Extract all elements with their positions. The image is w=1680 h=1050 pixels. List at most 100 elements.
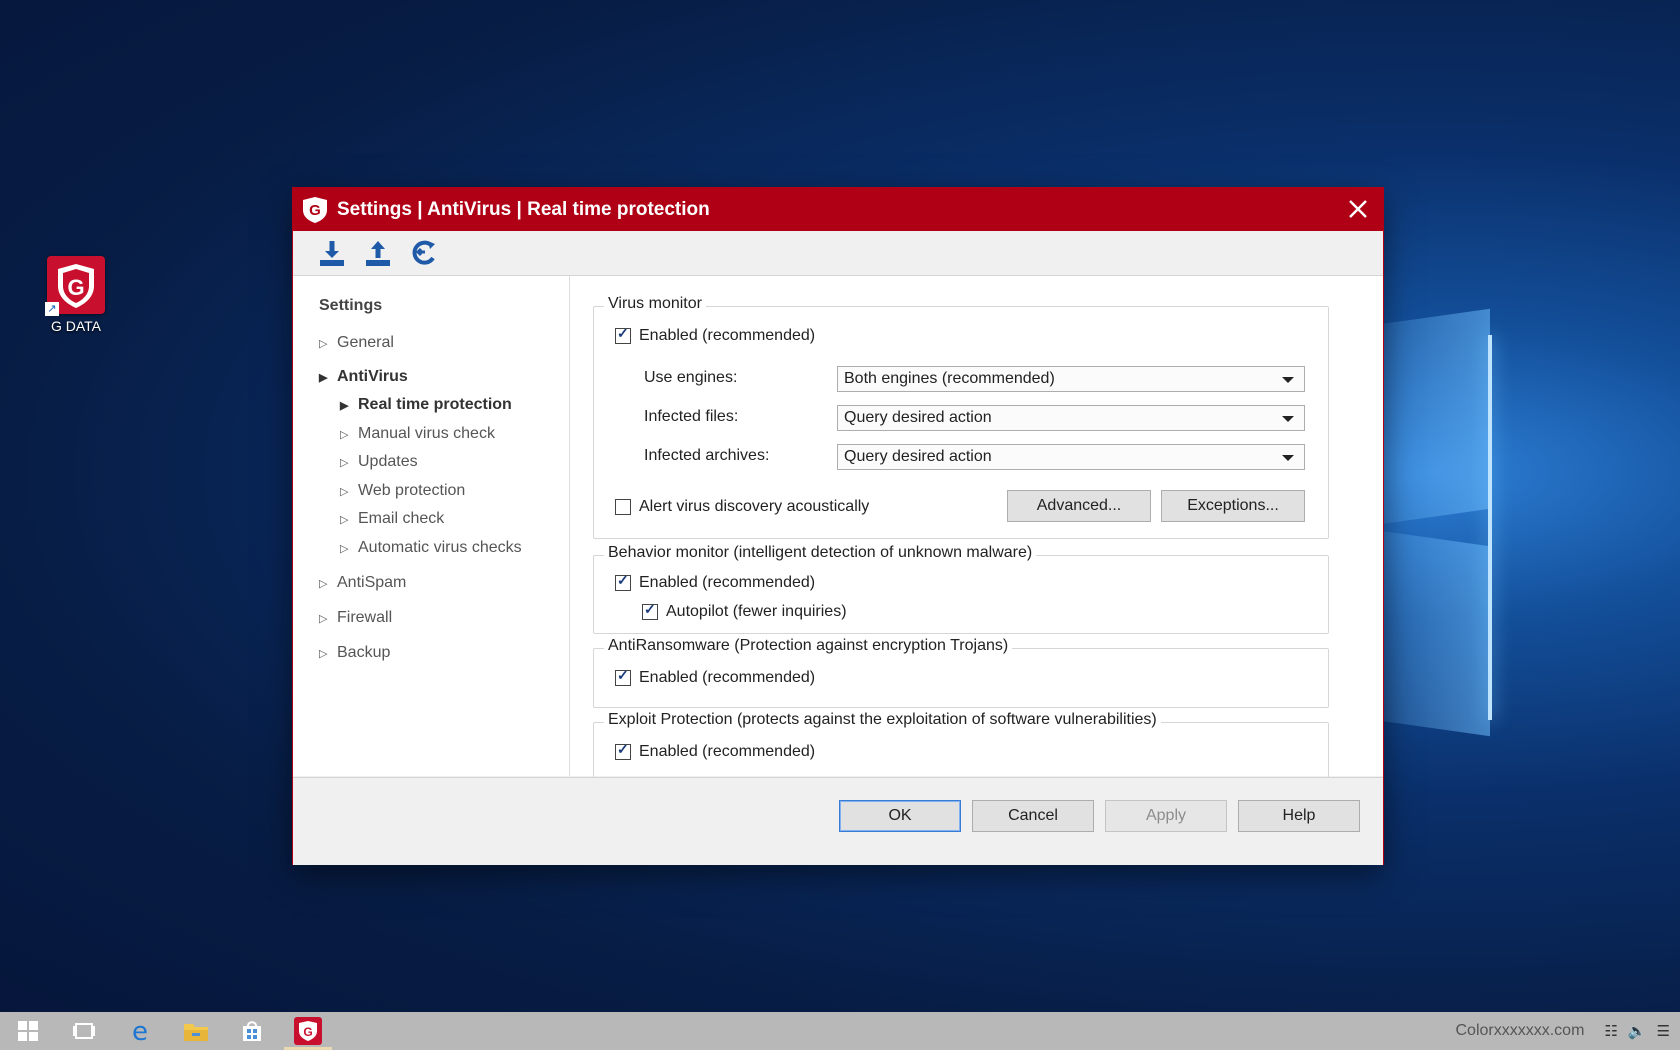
nav-item-real-time-protection[interactable]: ▶ Real time protection — [340, 396, 512, 414]
nav-item-label: General — [337, 334, 394, 351]
nav-item-antispam[interactable]: ▷ AntiSpam — [319, 574, 406, 592]
nav-item-label: Backup — [337, 644, 391, 661]
exploit-protection-group: Exploit Protection (protects against the… — [593, 711, 1329, 782]
settings-nav: Settings ▷ General ▶ AntiVirus ▶ Real ti… — [293, 276, 570, 776]
checkbox-checked-icon — [615, 572, 631, 591]
dropdown-arrow-icon — [1282, 377, 1294, 383]
alert-acoustically-checkbox[interactable]: Alert virus discovery acoustically — [615, 498, 869, 516]
reset-icon — [412, 240, 435, 265]
help-button[interactable]: Help — [1238, 800, 1360, 832]
expand-icon: ▶ — [340, 399, 349, 412]
virus-monitor-enabled-checkbox[interactable]: Enabled (recommended) — [615, 325, 816, 345]
close-button[interactable] — [1341, 194, 1375, 224]
nav-item-general[interactable]: ▷ General — [319, 334, 394, 352]
title-bar[interactable]: G Settings | AntiVirus | Real time prote… — [293, 188, 1383, 231]
behavior-monitor-enabled-checkbox[interactable]: Enabled (recommended) — [615, 572, 815, 592]
expand-icon: ▷ — [340, 513, 349, 526]
nav-item-firewall[interactable]: ▷ Firewall — [319, 609, 392, 627]
checkbox-checked-icon — [615, 325, 631, 344]
network-icon[interactable]: ☷ — [1604, 1022, 1617, 1040]
exploit-protection-enabled-checkbox[interactable]: Enabled (recommended) — [615, 741, 815, 761]
collapse-icon: ▶ — [319, 371, 328, 384]
nav-item-label: AntiSpam — [337, 574, 407, 591]
nav-item-label: Firewall — [337, 609, 393, 626]
expand-icon: ▷ — [340, 542, 349, 555]
behavior-monitor-group: Behavior monitor (intelligent detection … — [593, 544, 1329, 634]
apply-button[interactable]: Apply — [1105, 800, 1227, 832]
svg-text:G: G — [309, 202, 321, 219]
edge-icon: e — [132, 1018, 148, 1044]
use-engines-label: Use engines: — [644, 369, 738, 386]
desktop-icon-label: G DATA — [50, 318, 102, 334]
nav-item-label: Automatic virus checks — [358, 539, 522, 556]
export-settings-button[interactable] — [361, 237, 395, 269]
antiransomware-group: AntiRansomware (Protection against encry… — [593, 637, 1329, 708]
antiransomware-enabled-checkbox[interactable]: Enabled (recommended) — [615, 667, 816, 687]
nav-item-updates[interactable]: ▷ Updates — [340, 453, 418, 471]
start-button[interactable] — [0, 1012, 56, 1050]
autopilot-checkbox[interactable]: Autopilot (fewer inquiries) — [642, 601, 847, 621]
ok-button[interactable]: OK — [839, 800, 961, 832]
store-button[interactable] — [224, 1012, 280, 1050]
checkbox-label: Enabled (recommended) — [639, 669, 816, 686]
virus-monitor-group: Virus monitor Enabled (recommended) Use … — [593, 295, 1329, 539]
gdata-taskbar-button[interactable]: G — [280, 1012, 336, 1050]
select-value: Both engines (recommended) — [844, 370, 1055, 387]
expand-icon: ▷ — [319, 577, 328, 590]
task-view-button[interactable] — [56, 1012, 112, 1050]
upload-icon — [366, 241, 390, 266]
volume-icon[interactable]: 🔈 — [1628, 1022, 1647, 1040]
exceptions-button[interactable]: Exceptions... — [1161, 490, 1305, 522]
expand-icon: ▷ — [340, 485, 349, 498]
gdata-logo-icon: G ↗ — [45, 256, 105, 316]
nav-item-web-protection[interactable]: ▷ Web protection — [340, 482, 465, 500]
svg-text:e: e — [132, 1018, 148, 1044]
gdata-shield-icon: G — [301, 195, 329, 225]
nav-item-automatic-virus-checks[interactable]: ▷ Automatic virus checks — [340, 539, 522, 557]
desktop-light-edge — [1488, 335, 1492, 720]
dropdown-arrow-icon — [1282, 455, 1294, 461]
infected-files-select[interactable]: Query desired action — [837, 405, 1305, 431]
file-explorer-button[interactable] — [168, 1012, 224, 1050]
nav-item-manual-virus-check[interactable]: ▷ Manual virus check — [340, 425, 495, 443]
nav-header: Settings — [319, 297, 383, 314]
store-icon — [243, 1021, 261, 1041]
nav-item-antivirus[interactable]: ▶ AntiVirus — [319, 368, 408, 386]
nav-item-label: Manual virus check — [358, 425, 495, 442]
expand-icon: ▷ — [340, 428, 349, 441]
import-settings-button[interactable] — [315, 237, 349, 269]
task-view-icon — [73, 1023, 95, 1039]
nav-item-email-check[interactable]: ▷ Email check — [340, 510, 444, 528]
shortcut-arrow-icon: ↗ — [45, 302, 59, 316]
checkbox-checked-icon — [615, 667, 631, 686]
select-value: Query desired action — [844, 409, 992, 426]
checkbox-label: Autopilot (fewer inquiries) — [666, 603, 847, 620]
edge-browser-button[interactable]: e — [112, 1012, 168, 1050]
checkbox-checked-icon — [642, 601, 658, 620]
group-title: Behavior monitor (intelligent detection … — [604, 544, 1037, 562]
close-icon — [1349, 200, 1367, 218]
select-value: Query desired action — [844, 448, 992, 465]
advanced-button[interactable]: Advanced... — [1007, 490, 1151, 522]
dialog-footer: OK Cancel Apply Help — [293, 777, 1383, 865]
notification-icon[interactable]: ☰ — [1657, 1022, 1670, 1040]
expand-icon: ▷ — [340, 456, 349, 469]
reset-settings-button[interactable] — [407, 237, 441, 269]
use-engines-select[interactable]: Both engines (recommended) — [837, 366, 1305, 392]
checkbox-label: Enabled (recommended) — [639, 327, 816, 344]
nav-item-label: Web protection — [358, 482, 466, 499]
expand-icon: ▷ — [319, 647, 328, 660]
desktop-icon-gdata[interactable]: G ↗ G DATA — [40, 256, 112, 334]
infected-archives-select[interactable]: Query desired action — [837, 444, 1305, 470]
toolbar — [293, 231, 1383, 276]
group-title: AntiRansomware (Protection against encry… — [604, 637, 1013, 655]
svg-text:G: G — [303, 1025, 312, 1039]
window-title: Settings | AntiVirus | Real time protect… — [337, 198, 710, 220]
download-icon — [320, 241, 344, 266]
settings-window: G Settings | AntiVirus | Real time prote… — [293, 188, 1383, 865]
windows-start-icon — [18, 1021, 38, 1041]
gdata-taskbar-icon: G — [294, 1017, 322, 1045]
cancel-button[interactable]: Cancel — [972, 800, 1094, 832]
nav-item-backup[interactable]: ▷ Backup — [319, 644, 390, 662]
nav-item-label: AntiVirus — [337, 368, 408, 385]
